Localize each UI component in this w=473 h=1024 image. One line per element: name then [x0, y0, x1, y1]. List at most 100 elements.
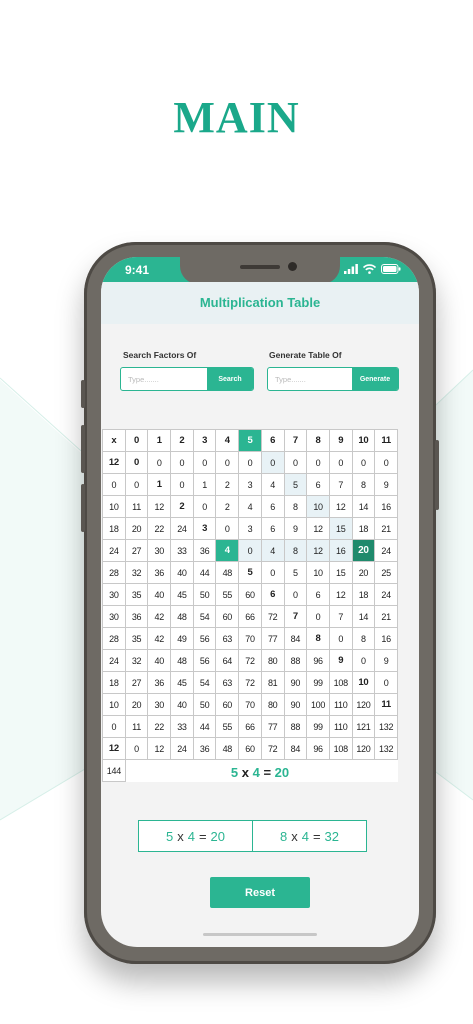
table-cell[interactable]: 32 [125, 562, 149, 584]
table-cell[interactable]: 36 [193, 738, 217, 760]
column-header[interactable]: 5 [239, 430, 262, 452]
table-cell[interactable]: 70 [239, 628, 262, 650]
table-cell[interactable]: 0 [239, 540, 262, 562]
table-cell[interactable]: 48 [216, 738, 240, 760]
table-cell[interactable]: 12 [148, 496, 172, 518]
table-cell[interactable]: 0 [284, 584, 308, 606]
table-cell[interactable]: 6 [307, 584, 330, 606]
table-cell[interactable]: 0 [307, 452, 330, 474]
table-cell[interactable]: 0 [307, 606, 330, 628]
column-header[interactable]: 1 [148, 430, 172, 452]
table-cell[interactable]: 24 [375, 540, 398, 562]
table-cell[interactable]: 48 [171, 606, 194, 628]
table-cell[interactable]: 0 [103, 716, 126, 738]
row-header[interactable]: 4 [216, 540, 240, 562]
column-header[interactable]: 3 [193, 430, 217, 452]
column-header[interactable]: 9 [329, 430, 353, 452]
table-cell[interactable]: 4 [261, 540, 285, 562]
search-button[interactable]: Search [207, 368, 253, 390]
table-cell[interactable]: 44 [193, 562, 217, 584]
table-cell[interactable]: 72 [261, 738, 285, 760]
table-cell[interactable]: 24 [171, 518, 194, 540]
table-cell[interactable]: 3 [239, 518, 262, 540]
row-header[interactable]: 12 [103, 738, 126, 760]
table-cell[interactable]: 22 [148, 518, 172, 540]
table-cell[interactable]: 30 [148, 540, 172, 562]
table-cell[interactable]: 121 [352, 716, 376, 738]
table-cell[interactable]: 72 [239, 650, 262, 672]
table-cell[interactable]: 0 [125, 474, 149, 496]
table-cell[interactable]: 30 [103, 606, 126, 628]
table-cell[interactable]: 10 [103, 694, 126, 716]
table-cell[interactable]: 10 [307, 562, 330, 584]
table-cell[interactable]: 6 [307, 474, 330, 496]
table-cell[interactable]: 0 [375, 672, 398, 694]
row-header[interactable]: 8 [307, 628, 330, 650]
table-cell[interactable]: 35 [125, 628, 149, 650]
table-cell[interactable]: 24 [103, 650, 126, 672]
table-cell[interactable]: 80 [261, 650, 285, 672]
table-cell[interactable]: 56 [193, 650, 217, 672]
table-cell[interactable]: 108 [329, 672, 353, 694]
table-cell[interactable]: 0 [261, 452, 285, 474]
table-cell[interactable]: 9 [375, 650, 398, 672]
table-cell[interactable]: 36 [193, 540, 217, 562]
table-cell[interactable]: 63 [216, 672, 240, 694]
table-cell[interactable]: 54 [193, 672, 217, 694]
row-header[interactable]: 6 [261, 584, 285, 606]
table-cell[interactable]: 12 [307, 518, 330, 540]
table-cell[interactable]: 0 [239, 452, 262, 474]
column-header[interactable]: 7 [284, 430, 308, 452]
table-cell[interactable]: 7 [329, 474, 353, 496]
table-cell[interactable]: 132 [375, 738, 398, 760]
table-cell[interactable]: 24 [103, 540, 126, 562]
row-header[interactable]: 1 [148, 474, 172, 496]
generate-table-input[interactable] [268, 368, 352, 390]
table-cell[interactable]: 3 [239, 474, 262, 496]
table-cell[interactable]: 0 [352, 452, 376, 474]
table-cell[interactable]: 27 [125, 672, 149, 694]
column-header[interactable]: 8 [307, 430, 330, 452]
table-cell[interactable]: 14 [352, 606, 376, 628]
table-cell[interactable]: 99 [307, 672, 330, 694]
column-header[interactable]: 6 [261, 430, 285, 452]
table-cell[interactable]: 88 [284, 716, 308, 738]
table-cell[interactable]: 56 [193, 628, 217, 650]
table-cell[interactable]: 20 [352, 540, 376, 562]
table-cell[interactable]: 12 [148, 738, 172, 760]
generate-button[interactable]: Generate [352, 368, 398, 390]
table-cell[interactable]: 77 [261, 716, 285, 738]
table-cell[interactable]: 14 [352, 496, 376, 518]
table-cell[interactable]: 90 [284, 672, 308, 694]
table-cell[interactable]: 20 [125, 694, 149, 716]
row-header[interactable]: 0 [125, 452, 149, 474]
table-cell[interactable]: 9 [375, 474, 398, 496]
table-cell[interactable]: 28 [103, 628, 126, 650]
table-cell[interactable]: 45 [171, 584, 194, 606]
table-cell[interactable]: 12 [329, 584, 353, 606]
table-cell[interactable]: 12 [329, 496, 353, 518]
table-cell[interactable]: 1 [193, 474, 217, 496]
table-cell[interactable]: 72 [261, 606, 285, 628]
table-cell[interactable]: 8 [352, 628, 376, 650]
row-header[interactable]: 3 [193, 518, 217, 540]
table-cell[interactable]: 8 [284, 496, 308, 518]
table-cell[interactable]: 50 [193, 694, 217, 716]
table-cell[interactable]: 49 [171, 628, 194, 650]
table-cell[interactable]: 4 [261, 474, 285, 496]
table-cell[interactable]: 0 [261, 562, 285, 584]
search-factors-input[interactable] [121, 368, 207, 390]
table-cell[interactable]: 20 [352, 562, 376, 584]
table-cell[interactable]: 36 [148, 562, 172, 584]
table-cell[interactable]: 15 [329, 562, 353, 584]
table-cell[interactable]: 60 [239, 584, 262, 606]
table-cell[interactable]: 16 [329, 540, 353, 562]
table-cell[interactable]: 0 [352, 650, 376, 672]
table-cell[interactable]: 110 [329, 716, 353, 738]
table-cell[interactable]: 6 [261, 518, 285, 540]
table-cell[interactable]: 36 [148, 672, 172, 694]
table-cell[interactable]: 22 [148, 716, 172, 738]
row-header[interactable]: 7 [284, 606, 308, 628]
column-header[interactable]: 12 [103, 452, 126, 474]
table-cell[interactable]: 84 [284, 628, 308, 650]
